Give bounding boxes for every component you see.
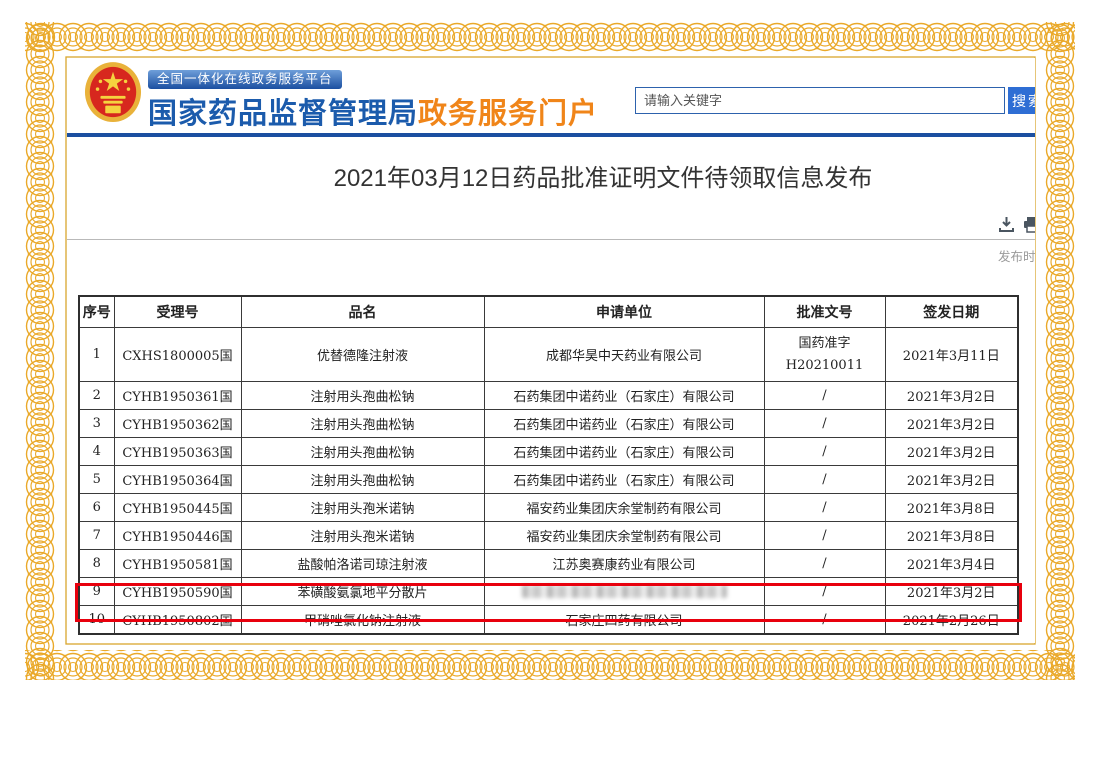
cell-issue-date: 2021年3月2日	[885, 578, 1018, 606]
cell-issue-date: 2021年3月2日	[885, 466, 1018, 494]
cell-issue-date: 2021年3月8日	[885, 494, 1018, 522]
table-row-highlighted: 9CYHB1950590国苯磺酸氨氯地平分散片 /2021年3月2日	[79, 578, 1018, 606]
cell-approval-no: /	[764, 522, 885, 550]
cell-approval-no: /	[764, 438, 885, 466]
cell-applicant: 福安药业集团庆余堂制药有限公司	[484, 494, 764, 522]
cell-applicant: 福安药业集团庆余堂制药有限公司	[484, 522, 764, 550]
publish-time-label: 发布时间	[998, 246, 1035, 265]
cell-approval-no: /	[764, 466, 885, 494]
cell-product-name: 甲硝唑氯化钠注射液	[241, 606, 484, 635]
search-input[interactable]	[635, 87, 1005, 114]
cell-serial-no: 10	[79, 606, 114, 635]
approval-line: H20210011	[767, 355, 883, 377]
table-row: 7CYHB1950446国注射用头孢米诺钠福安药业集团庆余堂制药有限公司/202…	[79, 522, 1018, 550]
cell-issue-date: 2021年3月2日	[885, 382, 1018, 410]
cell-serial-no: 4	[79, 438, 114, 466]
cell-acceptance-no: CYHB1950446国	[114, 522, 241, 550]
cell-issue-date: 2021年3月2日	[885, 438, 1018, 466]
search-button[interactable]: 搜索	[1008, 87, 1035, 114]
cell-product-name: 盐酸帕洛诺司琼注射液	[241, 550, 484, 578]
table-row: 2CYHB1950361国注射用头孢曲松钠石药集团中诺药业（石家庄）有限公司/2…	[79, 382, 1018, 410]
platform-badge: 全国一体化在线政务服务平台	[148, 70, 342, 89]
cell-product-name: 注射用头孢米诺钠	[241, 522, 484, 550]
cell-acceptance-no: CYHB1950363国	[114, 438, 241, 466]
cell-product-name: 注射用头孢曲松钠	[241, 382, 484, 410]
header-divider	[67, 133, 1035, 137]
page: 全国一体化在线政务服务平台 国家药品监督管理局政务服务门户 搜索 2021年03…	[0, 0, 1100, 778]
column-header: 申请单位	[484, 296, 764, 328]
approval-line: 国药准字	[767, 333, 883, 355]
column-header: 批准文号	[764, 296, 885, 328]
table-row: 4CYHB1950363国注射用头孢曲松钠石药集团中诺药业（石家庄）有限公司/2…	[79, 438, 1018, 466]
cell-applicant: 石家庄四药有限公司	[484, 606, 764, 635]
cell-approval-no: 国药准字H20210011	[764, 328, 885, 382]
table-container: 序号受理号品名申请单位批准文号签发日期 1CXHS1800005国优替德隆注射液…	[78, 295, 1019, 635]
cell-acceptance-no: CYHB1950364国	[114, 466, 241, 494]
cell-serial-no: 6	[79, 494, 114, 522]
cell-serial-no: 1	[79, 328, 114, 382]
cell-approval-no: /	[764, 578, 885, 606]
page-content: 全国一体化在线政务服务平台 国家药品监督管理局政务服务门户 搜索 2021年03…	[67, 58, 1035, 643]
redacted-applicant	[522, 585, 727, 598]
cell-acceptance-no: CYHB1950445国	[114, 494, 241, 522]
column-header: 受理号	[114, 296, 241, 328]
cell-applicant: 成都华昊中天药业有限公司	[484, 328, 764, 382]
cell-acceptance-no: CXHS1800005国	[114, 328, 241, 382]
cell-applicant: 石药集团中诺药业（石家庄）有限公司	[484, 382, 764, 410]
cell-issue-date: 2021年3月2日	[885, 410, 1018, 438]
cell-issue-date: 2021年2月26日	[885, 606, 1018, 635]
table-row: 1CXHS1800005国优替德隆注射液成都华昊中天药业有限公司国药准字H202…	[79, 328, 1018, 382]
cell-issue-date: 2021年3月8日	[885, 522, 1018, 550]
cell-issue-date: 2021年3月4日	[885, 550, 1018, 578]
site-suffix: 政务服务门户	[418, 98, 598, 130]
cell-acceptance-no: CYHB1950361国	[114, 382, 241, 410]
cell-approval-no: /	[764, 606, 885, 635]
cell-serial-no: 8	[79, 550, 114, 578]
table-row: 10CYHB1950802国甲硝唑氯化钠注射液石家庄四药有限公司/2021年2月…	[79, 606, 1018, 635]
cell-applicant: 石药集团中诺药业（石家庄）有限公司	[484, 410, 764, 438]
cell-product-name: 注射用头孢米诺钠	[241, 494, 484, 522]
cell-product-name: 注射用头孢曲松钠	[241, 410, 484, 438]
cell-approval-no: /	[764, 550, 885, 578]
title-divider	[67, 239, 1035, 240]
cell-issue-date: 2021年3月11日	[885, 328, 1018, 382]
column-header: 序号	[79, 296, 114, 328]
cell-serial-no: 3	[79, 410, 114, 438]
cell-acceptance-no: CYHB1950590国	[114, 578, 241, 606]
column-header: 品名	[241, 296, 484, 328]
cell-serial-no: 7	[79, 522, 114, 550]
cell-serial-no: 2	[79, 382, 114, 410]
cell-acceptance-no: CYHB1950802国	[114, 606, 241, 635]
article-actions	[998, 216, 1035, 233]
table-body: 1CXHS1800005国优替德隆注射液成都华昊中天药业有限公司国药准字H202…	[79, 328, 1018, 635]
cell-serial-no: 5	[79, 466, 114, 494]
column-header: 签发日期	[885, 296, 1018, 328]
cell-product-name: 苯磺酸氨氯地平分散片	[241, 578, 484, 606]
print-icon[interactable]	[1023, 216, 1035, 233]
cell-approval-no: /	[764, 410, 885, 438]
cell-applicant: 石药集团中诺药业（石家庄）有限公司	[484, 466, 764, 494]
cell-product-name: 注射用头孢曲松钠	[241, 438, 484, 466]
cell-approval-no: /	[764, 494, 885, 522]
page-title: 2021年03月12日药品批准证明文件待领取信息发布	[67, 158, 1035, 193]
cell-applicant: 江苏奥赛康药业有限公司	[484, 550, 764, 578]
site-title: 国家药品监督管理局政务服务门户	[148, 90, 598, 132]
cell-product-name: 注射用头孢曲松钠	[241, 466, 484, 494]
table-row: 6CYHB1950445国注射用头孢米诺钠福安药业集团庆余堂制药有限公司/202…	[79, 494, 1018, 522]
cell-product-name: 优替德隆注射液	[241, 328, 484, 382]
cell-acceptance-no: CYHB1950362国	[114, 410, 241, 438]
table-header-row: 序号受理号品名申请单位批准文号签发日期	[79, 296, 1018, 328]
results-table: 序号受理号品名申请单位批准文号签发日期 1CXHS1800005国优替德隆注射液…	[78, 295, 1019, 635]
site-name: 国家药品监督管理局	[148, 98, 418, 130]
cell-approval-no: /	[764, 382, 885, 410]
table-row: 5CYHB1950364国注射用头孢曲松钠石药集团中诺药业（石家庄）有限公司/2…	[79, 466, 1018, 494]
national-emblem-logo	[84, 60, 142, 126]
cell-acceptance-no: CYHB1950581国	[114, 550, 241, 578]
cell-serial-no: 9	[79, 578, 114, 606]
table-row: 3CYHB1950362国注射用头孢曲松钠石药集团中诺药业（石家庄）有限公司/2…	[79, 410, 1018, 438]
download-icon[interactable]	[998, 216, 1015, 233]
table-row: 8CYHB1950581国盐酸帕洛诺司琼注射液江苏奥赛康药业有限公司/2021年…	[79, 550, 1018, 578]
cell-applicant: 石药集团中诺药业（石家庄）有限公司	[484, 438, 764, 466]
cell-applicant	[484, 578, 764, 606]
